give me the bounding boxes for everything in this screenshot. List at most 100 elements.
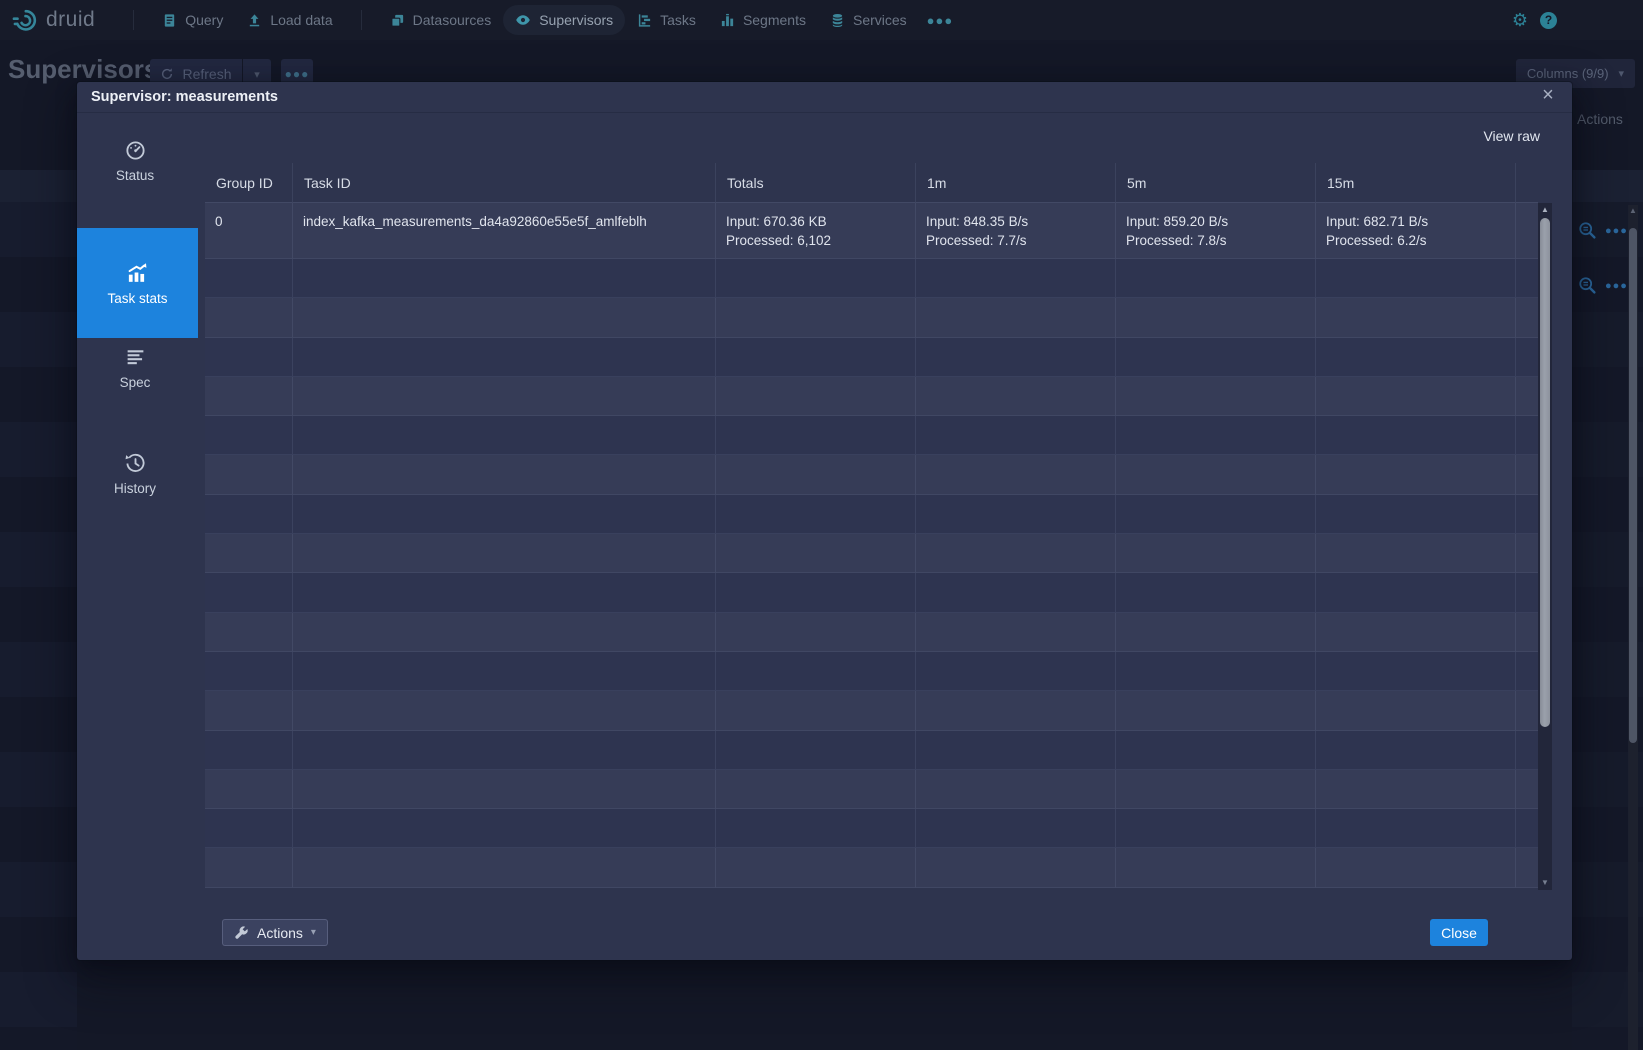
scroll-up-icon[interactable]: ▲	[1538, 203, 1552, 217]
empty-cell	[205, 848, 293, 887]
table-row-empty	[205, 613, 1538, 652]
chart-arrow-icon	[126, 261, 149, 284]
empty-cell	[293, 809, 716, 848]
empty-cell	[1116, 573, 1316, 612]
empty-cell	[293, 455, 716, 494]
page-scrollbar-thumb[interactable]	[1629, 228, 1637, 743]
help-icon[interactable]: ?	[1540, 12, 1557, 29]
nav-item-datasources[interactable]: Datasources	[378, 5, 504, 35]
empty-cell	[205, 416, 293, 455]
empty-cell	[1116, 455, 1316, 494]
table-scrollbar-thumb[interactable]	[1540, 218, 1550, 727]
empty-cell	[205, 338, 293, 377]
empty-cell	[1516, 691, 1538, 730]
close-icon[interactable]: ×	[1537, 85, 1559, 107]
scroll-down-icon[interactable]: ▼	[1538, 876, 1552, 890]
empty-cell	[1116, 731, 1316, 770]
empty-cell	[1516, 770, 1538, 809]
page-scrollbar[interactable]: ▲	[1628, 205, 1638, 1050]
empty-cell	[1316, 691, 1516, 730]
table-row-empty	[205, 731, 1538, 770]
nav-item-load-data[interactable]: Load data	[235, 5, 344, 35]
page-title: Supervisors	[8, 54, 158, 85]
nav-item-tasks[interactable]: Tasks	[625, 5, 708, 35]
table-row-empty	[205, 848, 1538, 887]
caret-down-icon: ▾	[254, 68, 260, 81]
empty-cell	[1116, 848, 1316, 887]
column-header[interactable]: Totals	[716, 163, 916, 203]
tab-history[interactable]: History	[77, 453, 193, 496]
empty-cell	[1316, 338, 1516, 377]
magnifier-icon[interactable]	[1578, 221, 1597, 240]
table-scrollbar[interactable]: ▲ ▼	[1538, 203, 1552, 890]
empty-cell	[916, 848, 1116, 887]
table-row-empty	[205, 770, 1538, 809]
background-table-left	[0, 202, 77, 1050]
cell-group-id: 0	[205, 203, 293, 259]
row-more-icon[interactable]: ●●●	[1605, 280, 1628, 292]
refresh-icon	[160, 67, 174, 81]
empty-cell	[1316, 534, 1516, 573]
query-icon	[162, 13, 177, 28]
column-header[interactable]: Group ID	[205, 163, 293, 203]
tab-label: History	[114, 481, 156, 496]
empty-cell	[293, 573, 716, 612]
nav-item-label: Supervisors	[539, 12, 613, 28]
nav-item-label: Tasks	[660, 12, 696, 28]
tab-spec[interactable]: Spec	[77, 347, 193, 390]
empty-cell	[1316, 259, 1516, 298]
empty-cell	[1516, 377, 1538, 416]
nav-item-supervisors[interactable]: Supervisors	[503, 5, 625, 35]
table-row-empty	[205, 455, 1538, 494]
druid-logo-icon	[12, 7, 38, 33]
nav-item-query[interactable]: Query	[150, 5, 235, 35]
tab-label: Status	[116, 168, 154, 183]
nav-divider	[133, 10, 134, 30]
empty-cell	[916, 652, 1116, 691]
actions-button[interactable]: Actions ▾	[222, 919, 328, 946]
close-button[interactable]: Close	[1430, 919, 1488, 946]
column-header[interactable]: Task ID	[293, 163, 716, 203]
empty-cell	[1316, 298, 1516, 337]
magnifier-icon[interactable]	[1578, 276, 1597, 295]
cell-task-id: index_kafka_measurements_da4a92860e55e5f…	[293, 203, 716, 259]
empty-cell	[916, 534, 1116, 573]
empty-cell	[293, 416, 716, 455]
empty-cell	[716, 731, 916, 770]
empty-cell	[916, 455, 1116, 494]
empty-cell	[716, 416, 916, 455]
empty-cell	[716, 848, 916, 887]
nav-item-segments[interactable]: Segments	[708, 5, 818, 35]
empty-cell	[293, 770, 716, 809]
caret-down-icon: ▾	[1619, 67, 1625, 80]
cell-1m: Input: 848.35 B/s Processed: 7.7/s	[916, 203, 1116, 259]
empty-cell	[716, 652, 916, 691]
empty-cell	[716, 613, 916, 652]
gear-icon[interactable]: ⚙	[1512, 11, 1528, 29]
segments-icon	[720, 13, 735, 28]
empty-cell	[205, 691, 293, 730]
m5-processed: Processed: 7.8/s	[1126, 231, 1307, 250]
nav-item-services[interactable]: Services	[818, 5, 919, 35]
column-header[interactable]: 5m	[1116, 163, 1316, 203]
empty-cell	[716, 809, 916, 848]
table-row-empty	[205, 652, 1538, 691]
empty-cell	[1316, 416, 1516, 455]
druid-logo[interactable]: druid	[12, 7, 95, 33]
m5-input: Input: 859.20 B/s	[1126, 212, 1307, 231]
empty-cell	[205, 455, 293, 494]
column-header[interactable]: 1m	[916, 163, 1116, 203]
empty-cell	[293, 691, 716, 730]
nav-more-button[interactable]: ●●●	[919, 7, 962, 34]
view-raw-link[interactable]: View raw	[1483, 128, 1540, 144]
tab-status[interactable]: Status	[77, 140, 193, 183]
gauge-icon	[125, 140, 146, 161]
tab-task-stats[interactable]: Task stats	[77, 228, 198, 338]
scroll-up-icon[interactable]: ▲	[1628, 205, 1638, 217]
empty-cell	[916, 338, 1116, 377]
column-header[interactable]: 15m	[1316, 163, 1516, 203]
empty-cell	[293, 534, 716, 573]
m1-processed: Processed: 7.7/s	[926, 231, 1107, 250]
nav-item-label: Datasources	[413, 12, 492, 28]
row-more-icon[interactable]: ●●●	[1605, 225, 1628, 237]
